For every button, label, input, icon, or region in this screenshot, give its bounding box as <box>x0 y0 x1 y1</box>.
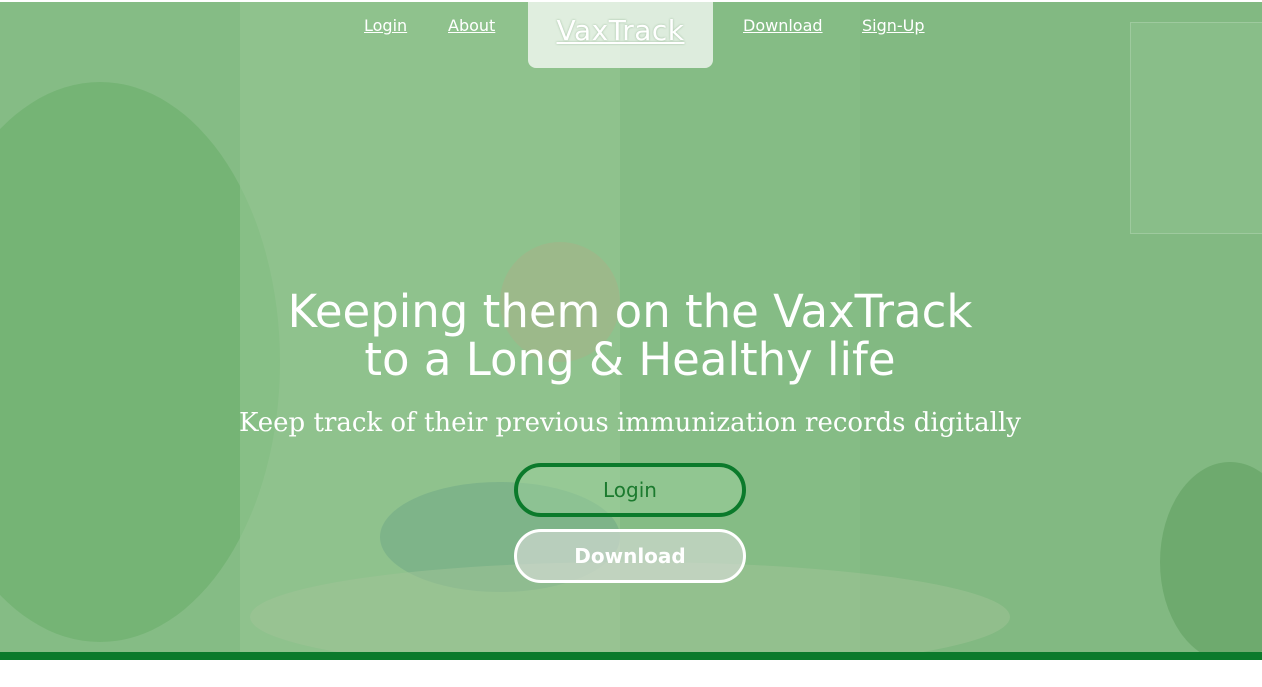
headline-line-2: to a Long & Healthy life <box>364 333 896 386</box>
login-button[interactable]: Login <box>514 463 746 517</box>
hero-subheading: Keep track of their previous immunizatio… <box>239 408 1021 438</box>
download-button[interactable]: Download <box>514 529 746 583</box>
nav-download-link[interactable]: Download <box>743 16 823 35</box>
nav-login-link[interactable]: Login <box>364 16 407 35</box>
headline-line-1: Keeping them on the VaxTrack <box>287 285 973 338</box>
brand-logo-link[interactable]: VaxTrack <box>528 14 713 47</box>
nav-signup-link[interactable]: Sign-Up <box>862 16 925 35</box>
nav-about-link[interactable]: About <box>448 16 495 35</box>
bottom-accent-bar <box>0 652 1262 660</box>
hero-headline: Keeping them on the VaxTrack to a Long &… <box>180 288 1080 384</box>
